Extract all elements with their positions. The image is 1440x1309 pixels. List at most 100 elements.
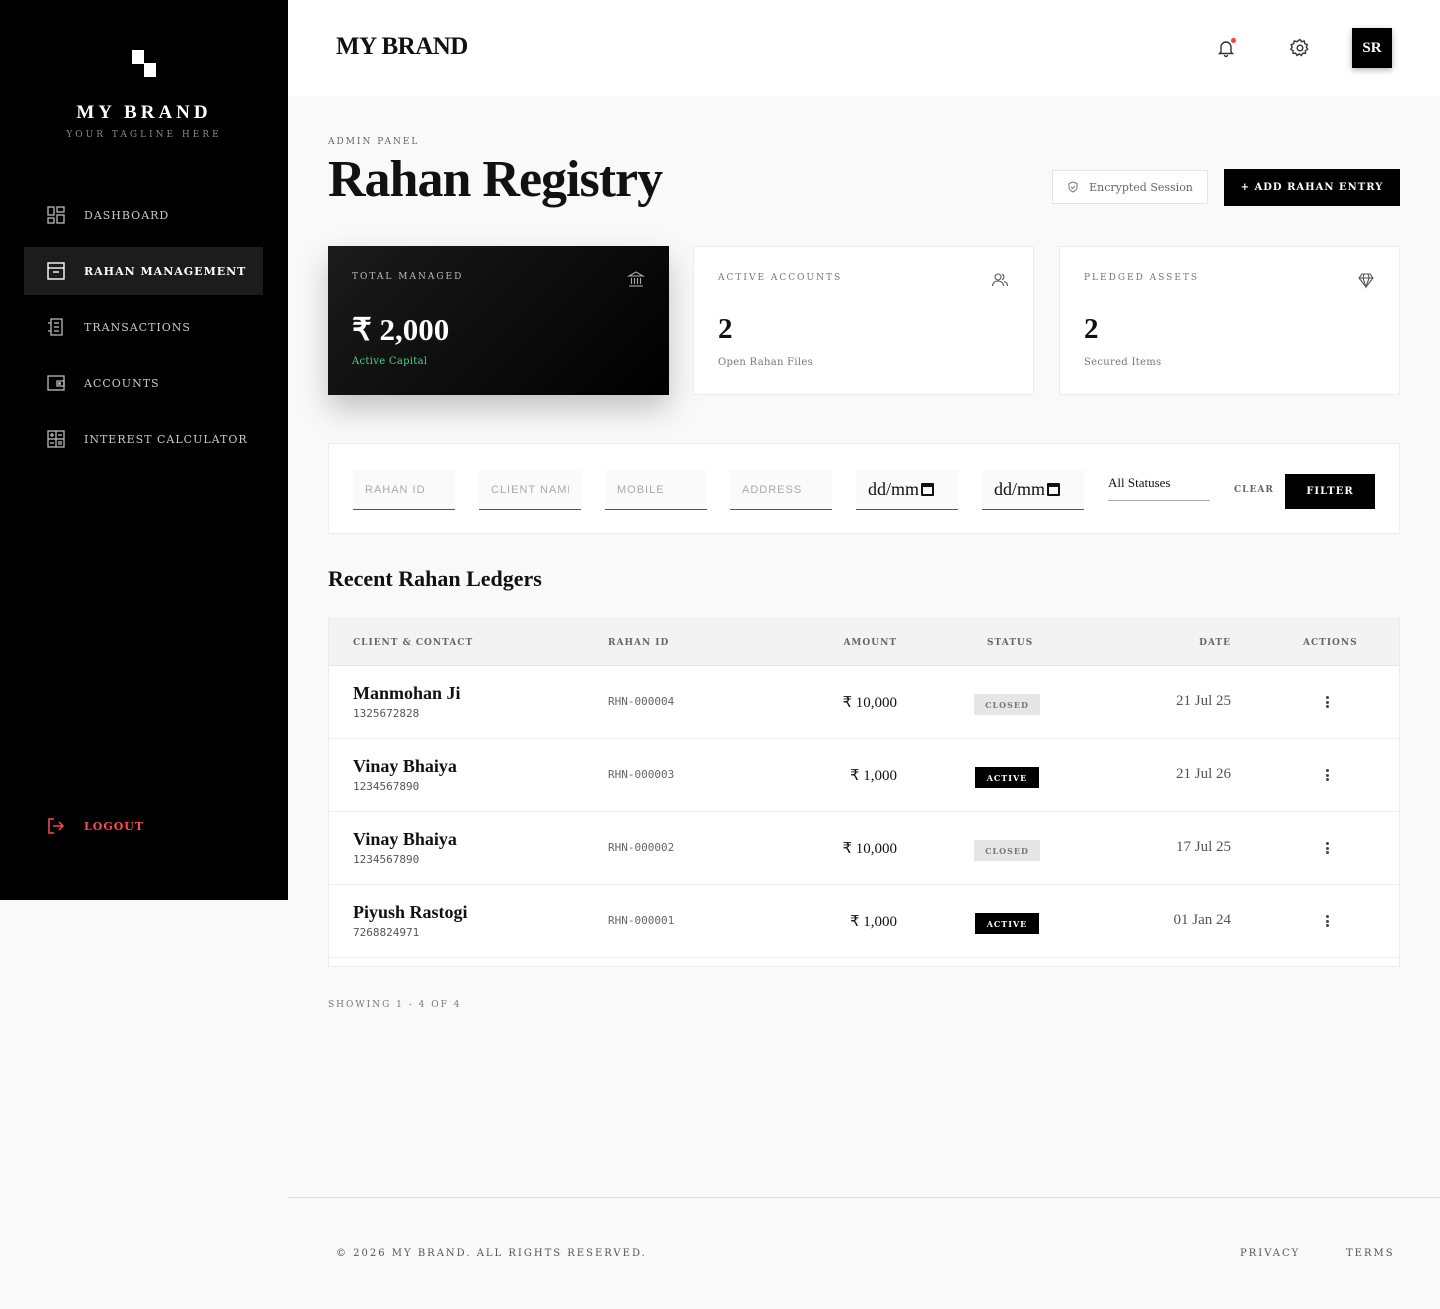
sidebar-item-label: ACCOUNTS — [84, 376, 160, 390]
status-badge: ACTIVE — [975, 767, 1039, 788]
section-title: Recent Rahan Ledgers — [328, 566, 542, 591]
sidebar: MY BRAND YOUR TAGLINE HERE DASHBOARD RAH… — [0, 0, 288, 900]
column-header: RAHAN ID — [608, 638, 670, 648]
stat-label: TOTAL MANAGED — [352, 272, 464, 282]
sidebar-item-accounts[interactable]: ACCOUNTS — [24, 359, 263, 407]
status-select[interactable]: All Statuses — [1108, 475, 1210, 501]
sidebar-item-transactions[interactable]: TRANSACTIONS — [24, 303, 263, 351]
settings-gear-icon[interactable] — [1289, 38, 1310, 58]
page-title: Rahan Registry — [328, 151, 663, 208]
stat-card-active-accounts: ACTIVE ACCOUNTS 2 Open Rahan Files — [693, 246, 1034, 395]
address-input[interactable] — [730, 470, 832, 510]
sidebar-item-dashboard[interactable]: DASHBOARD — [24, 191, 263, 239]
stat-label: ACTIVE ACCOUNTS — [718, 273, 843, 283]
column-header: ACTIONS — [1303, 638, 1358, 648]
status-badge: CLOSED — [974, 694, 1040, 715]
privacy-link[interactable]: PRIVACY — [1240, 1248, 1300, 1259]
client-name: Piyush Rastogi — [353, 902, 468, 922]
filter-button[interactable]: FILTER — [1285, 474, 1375, 509]
logout-button[interactable]: LOGOUT — [46, 816, 144, 836]
client-phone: 1234567890 — [353, 780, 420, 793]
date-from-value: dd/mm — [868, 479, 920, 499]
logout-label: LOGOUT — [84, 819, 145, 833]
column-header: DATE — [1199, 638, 1231, 648]
more-actions-icon[interactable] — [1319, 913, 1335, 929]
date-to-input[interactable]: dd/mm — [982, 470, 1084, 510]
stat-sub: Secured Items — [1084, 357, 1162, 368]
stat-value: 2 — [1084, 313, 1099, 345]
stat-card-total-managed: TOTAL MANAGED ₹ 2,000 Active Capital — [328, 246, 669, 395]
sidebar-item-interest-calculator[interactable]: INTEREST CALCULATOR — [24, 415, 263, 463]
client-name-input[interactable] — [479, 470, 581, 510]
filter-bar: dd/mm dd/mm All Statuses CLEAR FILTER — [328, 443, 1400, 534]
date-to-value: dd/mm — [994, 479, 1046, 499]
stat-sub: Open Rahan Files — [718, 357, 814, 368]
client-name: Manmohan Ji — [353, 683, 461, 703]
amount: ₹ 1,000 — [849, 768, 897, 784]
sidebar-item-label: RAHAN MANAGEMENT — [84, 264, 247, 278]
date-from-input[interactable]: dd/mm — [856, 470, 958, 510]
footer-divider — [288, 1197, 1440, 1198]
bank-icon — [627, 271, 645, 287]
rahan-id-input[interactable] — [353, 470, 455, 510]
column-header: STATUS — [987, 638, 1034, 648]
notification-dot — [1231, 38, 1236, 43]
table-row[interactable]: Vinay Bhaiya 1234567890 RHN-000003 ₹ 1,0… — [329, 739, 1399, 812]
stat-card-pledged-assets: PLEDGED ASSETS 2 Secured Items — [1059, 246, 1400, 395]
sidebar-item-rahan-management[interactable]: RAHAN MANAGEMENT — [24, 247, 263, 295]
client-name: Vinay Bhaiya — [353, 756, 457, 776]
table-header: CLIENT & CONTACT RAHAN ID AMOUNT STATUS … — [329, 619, 1399, 666]
amount: ₹ 10,000 — [842, 841, 897, 857]
grid-icon — [46, 205, 66, 225]
stat-value: ₹ 2,000 — [352, 312, 450, 347]
client-phone: 1325672828 — [353, 707, 420, 720]
status-badge: CLOSED — [974, 840, 1040, 861]
table-row[interactable]: Piyush Rastogi 7268824971 RHN-000001 ₹ 1… — [329, 885, 1399, 958]
archive-icon — [46, 261, 66, 281]
ledger-table: CLIENT & CONTACT RAHAN ID AMOUNT STATUS … — [328, 618, 1400, 967]
column-header: AMOUNT — [843, 638, 897, 648]
add-rahan-entry-button[interactable]: + ADD RAHAN ENTRY — [1224, 169, 1400, 206]
wallet-icon — [46, 373, 66, 393]
sidebar-tagline: YOUR TAGLINE HERE — [66, 130, 222, 140]
more-actions-icon[interactable] — [1319, 767, 1335, 783]
table-row[interactable]: Manmohan Ji 1325672828 RHN-000004 ₹ 10,0… — [329, 666, 1399, 739]
shield-icon — [1068, 181, 1078, 193]
page-eyebrow: ADMIN PANEL — [328, 137, 420, 147]
users-icon — [991, 273, 1009, 287]
mobile-input[interactable] — [605, 470, 707, 510]
sidebar-item-label: DASHBOARD — [84, 208, 170, 222]
table-row[interactable]: Vinay Bhaiya 1234567890 RHN-000002 ₹ 10,… — [329, 812, 1399, 885]
sidebar-brand: MY BRAND — [76, 102, 212, 123]
topbar: MY BRAND SR — [288, 0, 1440, 96]
footer-copyright: © 2026 MY BRAND. ALL RIGHTS RESERVED. — [336, 1248, 647, 1259]
rahan-id: RHN-000003 — [608, 768, 675, 781]
user-avatar[interactable]: SR — [1352, 28, 1392, 68]
calendar-icon — [1047, 483, 1061, 496]
logout-icon — [46, 816, 66, 836]
more-actions-icon[interactable] — [1319, 694, 1335, 710]
rahan-id: RHN-000002 — [608, 841, 675, 854]
encrypted-session-label: Encrypted Session — [1089, 180, 1193, 194]
rahan-id: RHN-000004 — [608, 695, 675, 708]
terms-link[interactable]: TERMS — [1346, 1248, 1395, 1259]
receipt-icon — [46, 317, 66, 337]
client-phone: 7268824971 — [353, 926, 420, 939]
date: 21 Jul 25 — [1175, 693, 1231, 709]
rahan-id: RHN-000001 — [608, 914, 675, 927]
notification-bell-icon[interactable] — [1216, 38, 1236, 58]
encrypted-session-badge: Encrypted Session — [1052, 170, 1208, 204]
diamond-icon — [1358, 273, 1374, 289]
topbar-brand: MY BRAND — [336, 33, 468, 60]
date: 01 Jan 24 — [1173, 912, 1232, 928]
clear-button[interactable]: CLEAR — [1234, 485, 1274, 495]
calculator-icon — [46, 429, 66, 449]
column-header: CLIENT & CONTACT — [353, 638, 474, 648]
calendar-icon — [921, 483, 935, 496]
date: 21 Jul 26 — [1175, 766, 1231, 782]
brand-logo-icon — [132, 50, 156, 77]
status-badge: ACTIVE — [975, 913, 1039, 934]
more-actions-icon[interactable] — [1319, 840, 1335, 856]
client-name: Vinay Bhaiya — [353, 829, 457, 849]
stat-sub: Active Capital — [352, 356, 428, 367]
